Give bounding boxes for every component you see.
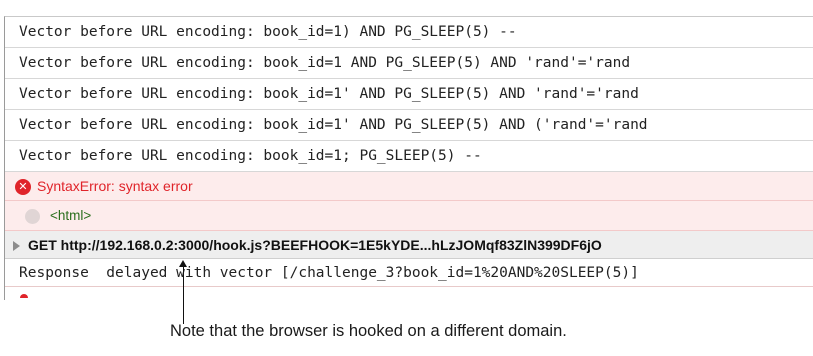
source-dot-icon	[25, 208, 40, 224]
network-request-line[interactable]: GET http://192.168.0.2:3000/hook.js?BEEF…	[5, 231, 813, 259]
annotation-pointer-line	[183, 262, 184, 324]
console-response-line: Response delayed with vector [/challenge…	[5, 259, 813, 287]
expand-triangle-icon[interactable]	[13, 241, 20, 252]
console-log-line: Vector before URL encoding: book_id=1' A…	[5, 79, 813, 110]
console-log-line: Vector before URL encoding: book_id=1) A…	[5, 17, 813, 48]
error-source[interactable]: <html>	[50, 208, 91, 223]
error-source-line[interactable]: <html>	[5, 201, 813, 231]
console-log-line: Vector before URL encoding: book_id=1 AN…	[5, 48, 813, 79]
error-marker	[20, 294, 28, 298]
console-log-line: Vector before URL encoding: book_id=1; P…	[5, 141, 813, 172]
network-request-text: GET http://192.168.0.2:3000/hook.js?BEEF…	[28, 237, 602, 253]
error-message: SyntaxError: syntax error	[37, 178, 193, 194]
browser-console: Vector before URL encoding: book_id=1) A…	[4, 16, 813, 300]
console-log-line: Vector before URL encoding: book_id=1' A…	[5, 110, 813, 141]
error-x-icon: ✕	[15, 179, 31, 196]
console-error-line: ✕ SyntaxError: syntax error	[5, 172, 813, 201]
annotation-caption: Note that the browser is hooked on a dif…	[170, 322, 567, 340]
